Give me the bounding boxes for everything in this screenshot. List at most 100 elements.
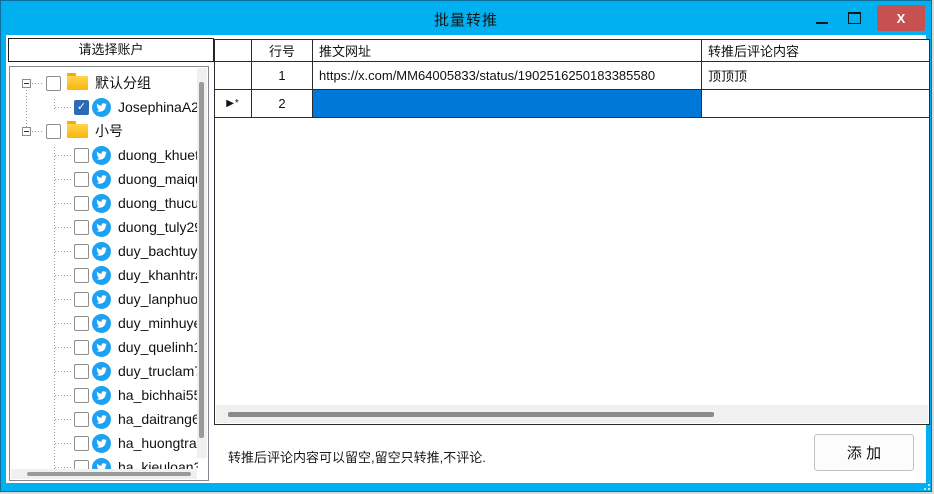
account-label: duy_khanhtran: [118, 267, 198, 283]
tree-node-account[interactable]: duy_minhuyen5: [10, 311, 198, 335]
tree-node-group[interactable]: 小号: [10, 119, 198, 143]
expand-collapse-icon[interactable]: [22, 79, 31, 88]
tree-node-account[interactable]: duong_khuetru: [10, 143, 198, 167]
account-checkbox[interactable]: [74, 316, 89, 331]
titlebar[interactable]: 批量转推 X: [1, 1, 931, 35]
account-checkbox[interactable]: [74, 244, 89, 259]
account-checkbox[interactable]: ✓: [74, 100, 89, 115]
grid-row: ▶*2: [215, 90, 929, 118]
tree-node-account[interactable]: ha_bichhai5543: [10, 383, 198, 407]
tree-connector-line: [55, 395, 72, 396]
tree-node-account[interactable]: ha_daitrang658: [10, 407, 198, 431]
twitter-icon: [92, 98, 111, 117]
account-label: duong_thucuye: [118, 195, 198, 211]
resize-grip[interactable]: [920, 480, 930, 490]
tree-connector-line: [55, 227, 72, 228]
group-checkbox[interactable]: [46, 76, 61, 91]
twitter-icon: [92, 242, 111, 261]
account-checkbox[interactable]: [74, 196, 89, 211]
tree-connector-line: [32, 131, 44, 132]
minimize-icon: [816, 22, 828, 24]
twitter-icon: [92, 314, 111, 333]
account-checkbox[interactable]: [74, 268, 89, 283]
grid-rows: 1https://x.com/MM64005833/status/1902516…: [215, 62, 929, 118]
cell-line-number[interactable]: 2: [252, 90, 313, 118]
tree-horizontal-scrollbar[interactable]: [11, 469, 197, 479]
cell-comment[interactable]: 顶顶顶: [702, 62, 929, 90]
cell-tweet-url[interactable]: [313, 90, 702, 118]
account-label: duy_minhuyen5: [118, 315, 198, 331]
account-label: duy_truclam75: [118, 363, 198, 379]
tree-node-account[interactable]: duy_bachtuyet8: [10, 239, 198, 263]
twitter-icon: [92, 386, 111, 405]
tree-node-account[interactable]: ✓JosephinaA259: [10, 95, 198, 119]
tree-node-account[interactable]: ha_huongtra29: [10, 431, 198, 455]
row-indicator-cell[interactable]: [215, 62, 252, 90]
account-label: duong_tuly297: [118, 219, 198, 235]
group-checkbox[interactable]: [46, 124, 61, 139]
tree-horizontal-scrollbar-thumb[interactable]: [27, 472, 191, 476]
tree-connector-line: [55, 347, 72, 348]
account-label: duong_khuetru: [118, 147, 198, 163]
tree-vertical-scrollbar[interactable]: [197, 68, 207, 458]
folder-icon: [67, 76, 88, 90]
grid-row: 1https://x.com/MM64005833/status/1902516…: [215, 62, 929, 90]
accounts-panel-header: 请选择账户: [8, 38, 214, 62]
tree-connector-line: [55, 155, 72, 156]
account-checkbox[interactable]: [74, 388, 89, 403]
grid-header-cell[interactable]: 行号: [252, 40, 313, 62]
tree-connector-line: [32, 83, 44, 84]
footer-hint: 转推后评论内容可以留空,留空只转推,不评论.: [228, 447, 486, 466]
account-label: duong_maiquy: [118, 171, 198, 187]
maximize-button[interactable]: [837, 5, 871, 31]
account-label: ha_daitrang658: [118, 411, 198, 427]
row-indicator-cell[interactable]: ▶*: [215, 90, 252, 118]
account-tree-content: 默认分组✓JosephinaA259小号 duong_khuetru duong_m…: [10, 67, 198, 470]
batch-retweet-window: 批量转推 X 请选择账户 默认分组✓JosephinaA259小号 duong_k…: [0, 0, 932, 492]
grid-horizontal-scrollbar[interactable]: [216, 405, 928, 423]
tree-connector-line: [55, 107, 72, 108]
tree-node-group[interactable]: 默认分组: [10, 71, 198, 95]
tree-node-account[interactable]: duy_lanphuong: [10, 287, 198, 311]
tree-node-account[interactable]: duong_tuly297: [10, 215, 198, 239]
tree-node-account[interactable]: ha_kieuloan317: [10, 455, 198, 470]
tree-node-account[interactable]: duong_maiquy: [10, 167, 198, 191]
minimize-button[interactable]: [807, 5, 837, 31]
account-checkbox[interactable]: [74, 436, 89, 451]
tree-node-account[interactable]: duy_quelinh13: [10, 335, 198, 359]
account-checkbox[interactable]: [74, 172, 89, 187]
account-checkbox[interactable]: [74, 292, 89, 307]
group-label: 小号: [95, 121, 123, 141]
cell-line-number[interactable]: 1: [252, 62, 313, 90]
tree-vertical-scrollbar-thumb[interactable]: [199, 82, 204, 438]
grid-header-cell[interactable]: [215, 40, 252, 62]
account-label: ha_huongtra29: [118, 435, 198, 451]
account-tree[interactable]: 默认分组✓JosephinaA259小号 duong_khuetru duong_m…: [9, 66, 209, 481]
tree-connector-line: [55, 419, 72, 420]
grid-header-cell[interactable]: 推文网址: [313, 40, 702, 62]
cell-tweet-url[interactable]: https://x.com/MM64005833/status/19025162…: [313, 62, 702, 90]
account-checkbox[interactable]: [74, 364, 89, 379]
twitter-icon: [92, 362, 111, 381]
tree-connector-line: [55, 203, 72, 204]
account-label: ha_bichhai5543: [118, 387, 198, 403]
expand-collapse-icon[interactable]: [22, 127, 31, 136]
cell-comment[interactable]: [702, 90, 929, 118]
close-button[interactable]: X: [877, 5, 925, 31]
tree-node-account[interactable]: duy_khanhtran: [10, 263, 198, 287]
tree-connector-line: [55, 443, 72, 444]
account-checkbox[interactable]: [74, 148, 89, 163]
maximize-icon: [848, 12, 861, 24]
account-checkbox[interactable]: [74, 340, 89, 355]
grid-horizontal-scrollbar-thumb[interactable]: [228, 412, 714, 417]
twitter-icon: [92, 218, 111, 237]
tree-node-account[interactable]: duong_thucuye: [10, 191, 198, 215]
grid-header-cell[interactable]: 转推后评论内容: [702, 40, 929, 62]
twitter-icon: [92, 338, 111, 357]
twitter-icon: [92, 170, 111, 189]
account-checkbox[interactable]: [74, 412, 89, 427]
add-button[interactable]: 添 加: [814, 434, 914, 471]
tree-node-account[interactable]: duy_truclam75: [10, 359, 198, 383]
retweet-grid[interactable]: 行号推文网址转推后评论内容 1https://x.com/MM64005833/…: [214, 39, 930, 425]
account-checkbox[interactable]: [74, 220, 89, 235]
